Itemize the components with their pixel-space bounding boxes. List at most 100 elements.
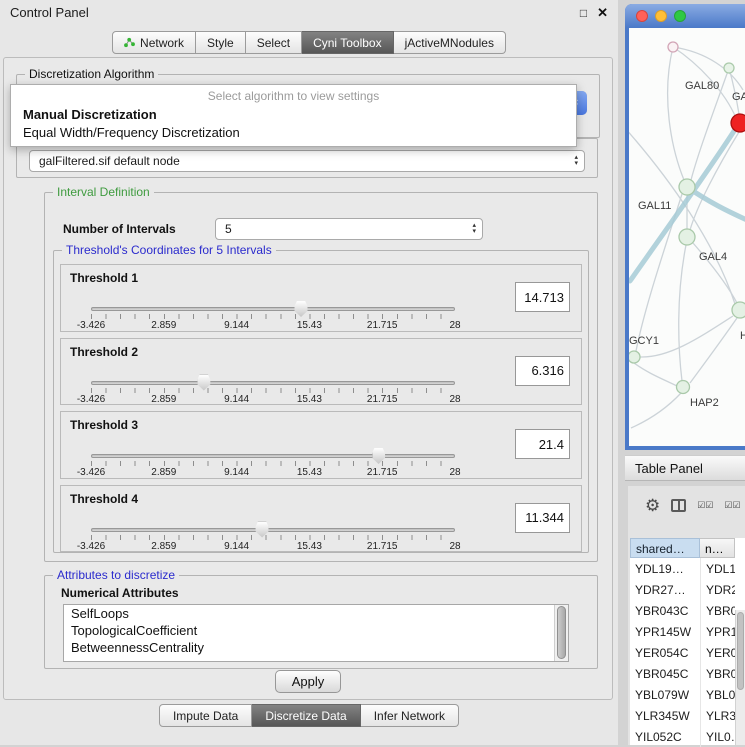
threshold-value-input[interactable] <box>515 282 570 312</box>
cell-name[interactable]: YIL0… <box>700 726 735 747</box>
close-icon[interactable]: ✕ <box>597 5 608 21</box>
tab-jactivemodules[interactable]: jActiveMNodules <box>394 31 506 54</box>
tab-select[interactable]: Select <box>246 31 302 54</box>
network-canvas[interactable]: GAL80 GA GAL11 GAL4 GCY1 H HAP2 <box>629 28 745 446</box>
cell-shared-name[interactable]: YDL19… <box>630 558 700 579</box>
zoom-button[interactable] <box>674 10 686 22</box>
cell-shared-name[interactable]: YBL079W <box>630 684 700 705</box>
number-of-intervals-select[interactable]: 5 ▴ ▾ <box>215 218 483 240</box>
network-view-window: GAL80 GA GAL11 GAL4 GCY1 H HAP2 <box>625 4 745 450</box>
table-row[interactable]: YER054C YER0… <box>630 642 745 663</box>
network-node[interactable] <box>668 42 678 52</box>
panel-title: Control Panel <box>10 5 89 20</box>
clear-selection-icon[interactable]: ☑☑ <box>724 501 740 510</box>
cell-name[interactable]: YLR3… <box>700 705 735 726</box>
tab-cyni-toolbox[interactable]: Cyni Toolbox <box>302 31 393 54</box>
scale-tick-label: 21.715 <box>367 467 398 478</box>
combo-stepper-icon: ▴ ▾ <box>472 223 482 235</box>
tab-discretize-data[interactable]: Discretize Data <box>252 704 360 727</box>
cell-shared-name[interactable]: YLR345W <box>630 705 700 726</box>
table-scrollbar[interactable] <box>735 610 745 745</box>
slider-track[interactable] <box>91 381 455 385</box>
threshold-value-input[interactable] <box>515 356 570 386</box>
cell-shared-name[interactable]: YBR045C <box>630 663 700 684</box>
cell-shared-name[interactable]: YDR27… <box>630 579 700 600</box>
network-edge[interactable] <box>634 363 677 386</box>
cell-name[interactable]: YBL0… <box>700 684 735 705</box>
threshold-slider[interactable]: -3.426 2.859 9.144 15.43 21.715 28 <box>91 375 455 405</box>
threshold-slider[interactable]: -3.426 2.859 9.144 15.43 21.715 28 <box>91 522 455 552</box>
network-edge[interactable] <box>631 393 681 428</box>
network-node[interactable] <box>677 381 690 394</box>
network-node[interactable] <box>679 229 695 245</box>
dropdown-option-manual-discretization[interactable]: Manual Discretization <box>11 106 576 124</box>
network-edge[interactable] <box>679 245 686 381</box>
network-node[interactable] <box>629 351 640 363</box>
group-title: Interval Definition <box>53 185 154 199</box>
threshold-slider[interactable]: -3.426 2.859 9.144 15.43 21.715 28 <box>91 301 455 331</box>
cell-shared-name[interactable]: YBR043C <box>630 600 700 621</box>
table-data-select[interactable]: galFiltered.sif default node ▴ ▾ <box>29 150 585 172</box>
network-window-titlebar[interactable] <box>625 4 745 28</box>
list-item[interactable]: SelfLoops <box>64 605 568 622</box>
slider-ticks <box>91 461 455 466</box>
tab-infer-network[interactable]: Infer Network <box>361 704 459 727</box>
table-row[interactable]: YDR27… YDR2… <box>630 579 745 600</box>
cell-shared-name[interactable]: YER054C <box>630 642 700 663</box>
cell-name[interactable]: YDR2… <box>700 579 735 600</box>
cell-shared-name[interactable]: YPR145W <box>630 621 700 642</box>
scrollbar-thumb[interactable] <box>557 606 566 659</box>
table-row[interactable]: YBR043C YBR0… <box>630 600 745 621</box>
cell-name[interactable]: YBR0… <box>700 600 735 621</box>
slider-track[interactable] <box>91 528 455 532</box>
threshold-value-input[interactable] <box>515 429 570 459</box>
scale-tick-label: 15.43 <box>297 394 322 405</box>
list-item[interactable]: BetweennessCentrality <box>64 639 568 656</box>
table-row[interactable]: YLR345W YLR3… <box>630 705 745 726</box>
table-row[interactable]: YBR045C YBR0… <box>630 663 745 684</box>
select-all-icon[interactable]: ☑☑ <box>697 501 713 510</box>
column-header-shared-name[interactable]: shared… <box>630 538 700 558</box>
float-icon[interactable]: □ <box>580 6 587 20</box>
network-icon <box>124 37 135 48</box>
threshold-slider[interactable]: -3.426 2.859 9.144 15.43 21.715 28 <box>91 448 455 478</box>
network-node[interactable] <box>724 63 734 73</box>
numerical-attributes-list[interactable]: SelfLoops TopologicalCoefficient Between… <box>63 604 569 662</box>
column-header-name[interactable]: n… <box>700 538 735 558</box>
control-panel-tab-bar: Network Style Select Cyni Toolbox jActiv… <box>0 31 618 54</box>
list-item[interactable]: TopologicalCoefficient <box>64 622 568 639</box>
tab-label: Infer Network <box>374 709 445 723</box>
network-node[interactable] <box>732 302 745 318</box>
cell-name[interactable]: YBR0… <box>700 663 735 684</box>
slider-track[interactable] <box>91 454 455 458</box>
cell-name[interactable]: YPR1… <box>700 621 735 642</box>
columns-icon[interactable] <box>671 499 686 512</box>
table-row[interactable]: YBL079W YBL0… <box>630 684 745 705</box>
minimize-button[interactable] <box>655 10 667 22</box>
table-row[interactable]: YIL052C YIL0… <box>630 726 745 747</box>
table-row[interactable]: YDL19… YDL1… <box>630 558 745 579</box>
table-row[interactable]: YPR145W YPR1… <box>630 621 745 642</box>
close-button[interactable] <box>636 10 648 22</box>
scrollbar-thumb[interactable] <box>737 612 744 690</box>
list-scrollbar[interactable] <box>554 605 568 661</box>
cell-name[interactable]: YER0… <box>700 642 735 663</box>
network-edge[interactable] <box>668 47 684 180</box>
tab-style[interactable]: Style <box>196 31 246 54</box>
threshold-label: Threshold 1 <box>70 271 138 285</box>
tab-network[interactable]: Network <box>112 31 196 54</box>
dropdown-option-equal-width-frequency[interactable]: Equal Width/Frequency Discretization <box>11 124 576 142</box>
tab-impute-data[interactable]: Impute Data <box>159 704 252 727</box>
network-node[interactable] <box>679 179 695 195</box>
threshold-value-input[interactable] <box>515 503 570 533</box>
slider-ticks <box>91 314 455 319</box>
table-header-row: shared… n… <box>630 538 735 558</box>
cell-name[interactable]: YDL1… <box>700 558 735 579</box>
node-label: GAL4 <box>699 251 727 263</box>
apply-button[interactable]: Apply <box>275 670 341 693</box>
gear-icon[interactable]: ⚙ <box>645 497 660 514</box>
network-node-selected[interactable] <box>731 114 745 132</box>
table-panel-header: Table Panel <box>625 455 745 481</box>
cell-shared-name[interactable]: YIL052C <box>630 726 700 747</box>
slider-track[interactable] <box>91 307 455 311</box>
